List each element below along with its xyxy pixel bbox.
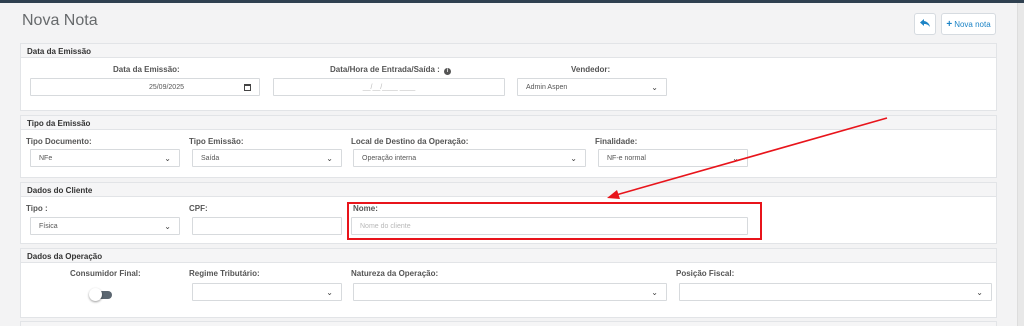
info-icon[interactable]: i — [444, 68, 452, 75]
toggle-knob — [89, 288, 102, 301]
panel-next — [20, 321, 997, 326]
operation-nature-label: Natureza da Operação: — [351, 269, 439, 278]
doc-type-select[interactable]: NFe ⌄ — [30, 149, 180, 167]
section-title-operacao: Dados da Operação — [21, 249, 996, 263]
emission-type-select[interactable]: Saída ⌄ — [192, 149, 342, 167]
operation-nature-select[interactable]: ⌄ — [353, 283, 667, 301]
back-button[interactable] — [914, 13, 936, 35]
datetime-input[interactable]: __/__/____ ____ — [273, 78, 505, 96]
destination-label: Local de Destino da Operação: — [351, 137, 469, 146]
purpose-label: Finalidade: — [595, 137, 638, 146]
new-note-button[interactable]: + Nova nota — [941, 13, 996, 35]
chevron-down-icon: ⌄ — [164, 221, 171, 231]
chevron-down-icon: ⌄ — [976, 287, 983, 297]
chevron-down-icon: ⌄ — [651, 82, 658, 92]
plus-icon: + — [946, 18, 953, 30]
chevron-down-icon: ⌄ — [570, 153, 577, 163]
vertical-scrollbar[interactable] — [1017, 3, 1024, 326]
reply-arrow-icon — [920, 18, 930, 30]
seller-label: Vendedor: — [571, 65, 611, 74]
chevron-down-icon: ⌄ — [732, 153, 739, 163]
emission-type-label: Tipo Emissão: — [189, 137, 244, 146]
calendar-icon — [244, 83, 251, 91]
date-emission-input[interactable]: 25/09/2025 — [30, 78, 260, 96]
client-type-select[interactable]: Física ⌄ — [30, 217, 180, 235]
chevron-down-icon: ⌄ — [651, 287, 658, 297]
fiscal-position-label: Posição Fiscal: — [676, 269, 735, 278]
tax-regime-label: Regime Tributário: — [189, 269, 260, 278]
name-field-highlight — [347, 202, 762, 240]
tax-regime-select[interactable]: ⌄ — [192, 283, 342, 301]
section-title-tipo: Tipo da Emissão — [21, 116, 996, 130]
cpf-input[interactable] — [192, 217, 342, 235]
final-consumer-toggle[interactable] — [89, 288, 112, 301]
panel-tipo: Tipo da Emissão — [20, 115, 997, 178]
datetime-label: Data/Hora de Entrada/Saída : i — [330, 65, 452, 75]
chevron-down-icon: ⌄ — [164, 153, 171, 163]
chevron-down-icon: ⌄ — [326, 153, 333, 163]
section-title-cliente: Dados do Cliente — [21, 183, 996, 197]
destination-select[interactable]: Operação interna ⌄ — [353, 149, 586, 167]
new-note-label: Nova nota — [954, 19, 991, 29]
client-type-label: Tipo : — [26, 204, 48, 213]
final-consumer-label: Consumidor Final: — [70, 269, 141, 278]
purpose-select[interactable]: NF-e normal ⌄ — [598, 149, 748, 167]
date-emission-label: Data da Emissão: — [113, 65, 180, 74]
page-title: Nova Nota — [22, 12, 98, 29]
doc-type-label: Tipo Documento: — [26, 137, 92, 146]
panel-emissao: Data da Emissão — [20, 43, 997, 111]
top-bar — [0, 0, 1024, 3]
chevron-down-icon: ⌄ — [326, 287, 333, 297]
fiscal-position-select[interactable]: ⌄ — [679, 283, 992, 301]
cpf-label: CPF: — [189, 204, 208, 213]
section-title-emissao: Data da Emissão — [21, 44, 996, 58]
seller-select[interactable]: Admin Aspen ⌄ — [517, 78, 667, 96]
